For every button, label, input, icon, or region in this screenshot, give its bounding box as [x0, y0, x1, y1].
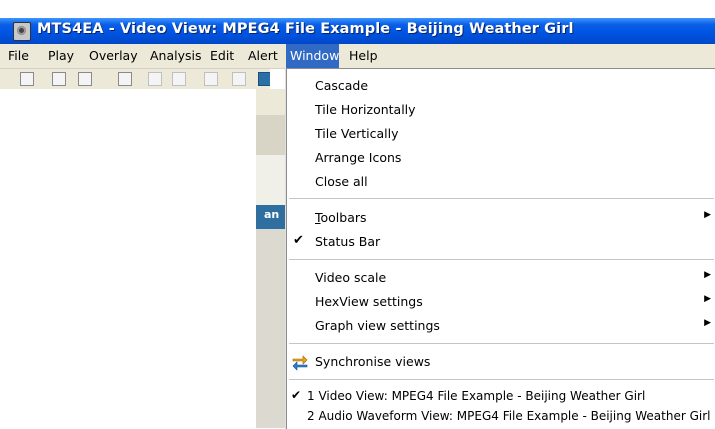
menu-separator — [289, 198, 714, 200]
menu-item-label: HexView settings — [315, 294, 423, 309]
menu-item-label: 2 Audio Waveform View: MPEG4 File Exampl… — [307, 409, 711, 423]
window-menu-dropdown: Cascade Tile Horizontally Tile Verticall… — [286, 68, 715, 429]
menu-item-hexview-settings[interactable]: HexView settings ▶ — [287, 290, 715, 314]
menu-item-label: Synchronise views — [315, 354, 431, 369]
toolbar-button[interactable] — [232, 72, 246, 86]
submenu-arrow-icon: ▶ — [704, 294, 711, 304]
menu-help[interactable]: Help — [344, 44, 383, 68]
menu-item-arrange-icons[interactable]: Arrange Icons — [287, 146, 715, 170]
menu-item-label: Cascade — [315, 78, 369, 93]
menu-bar: File Play Overlay Analysis Edit Alert Wi… — [0, 44, 715, 69]
menu-alert[interactable]: Alert — [243, 44, 283, 68]
menu-item-tile-horizontally[interactable]: Tile Horizontally — [287, 98, 715, 122]
menu-item-label: Status Bar — [315, 234, 381, 249]
menu-separator — [289, 343, 714, 345]
menu-play[interactable]: Play — [43, 44, 79, 68]
toolbar-button[interactable] — [78, 72, 92, 86]
menu-item-synchronise-views[interactable]: Synchronise views — [287, 350, 715, 374]
menu-item-cascade[interactable]: Cascade — [287, 74, 715, 98]
menu-item-label: Tile Vertically — [315, 126, 399, 141]
menu-item-label: 1 Video View: MPEG4 File Example - Beiji… — [307, 389, 646, 403]
menu-item-label: Video scale — [315, 270, 387, 285]
toolbar-button[interactable] — [148, 72, 162, 86]
submenu-arrow-icon: ▶ — [704, 270, 711, 280]
menu-item-label: Graph view settings — [315, 318, 440, 333]
menu-item-label: Tile Horizontally — [315, 102, 416, 117]
menu-separator — [289, 379, 714, 381]
menu-edit[interactable]: Edit — [205, 44, 239, 68]
title-bar[interactable]: MTS4EA - Video View: MPEG4 File Example … — [0, 18, 715, 44]
menu-item-label: Close all — [315, 174, 368, 189]
background-window-fragment: an — [256, 89, 285, 428]
toolbar-button[interactable] — [118, 72, 132, 86]
menu-item-toolbars[interactable]: Toolbars ▶ — [287, 206, 715, 230]
menu-item-close-all[interactable]: Close all — [287, 170, 715, 194]
menu-analysis[interactable]: Analysis — [145, 44, 207, 68]
submenu-arrow-icon: ▶ — [704, 210, 711, 220]
checkmark-icon: ✔ — [293, 233, 304, 248]
toolbar-button[interactable] — [204, 72, 218, 86]
toolbar — [0, 69, 270, 89]
submenu-arrow-icon: ▶ — [704, 318, 711, 328]
menu-overlay[interactable]: Overlay — [84, 44, 143, 68]
menu-separator — [289, 259, 714, 261]
checkmark-icon: ✔ — [291, 388, 302, 402]
toolbar-button[interactable] — [258, 72, 270, 86]
menu-file[interactable]: File — [3, 44, 34, 68]
menu-item-open-window-2[interactable]: 2 Audio Waveform View: MPEG4 File Exampl… — [287, 405, 715, 429]
app-icon[interactable] — [13, 22, 31, 41]
window-title: MTS4EA - Video View: MPEG4 File Example … — [37, 21, 574, 37]
menu-window[interactable]: Window — [286, 44, 339, 68]
sync-views-icon — [292, 355, 308, 371]
menu-item-status-bar[interactable]: ✔ Status Bar — [287, 230, 715, 254]
menu-item-label: Arrange Icons — [315, 150, 402, 165]
toolbar-button[interactable] — [172, 72, 186, 86]
menu-item-video-scale[interactable]: Video scale ▶ — [287, 266, 715, 290]
background-window-text: an — [264, 208, 280, 221]
menu-item-label: Toolbars — [315, 210, 367, 225]
menu-item-tile-vertically[interactable]: Tile Vertically — [287, 122, 715, 146]
toolbar-button[interactable] — [52, 72, 66, 86]
toolbar-button[interactable] — [20, 72, 34, 86]
menu-item-graph-view-settings[interactable]: Graph view settings ▶ — [287, 314, 715, 338]
